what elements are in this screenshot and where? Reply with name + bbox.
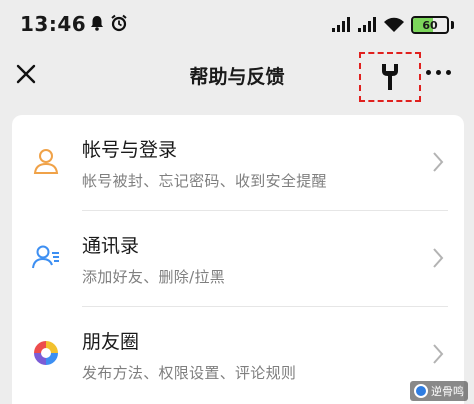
status-icons-left (88, 14, 128, 32)
battery-indicator: 60 (411, 16, 449, 34)
nav-bar: 帮助与反馈 (0, 44, 474, 104)
user-icon (33, 149, 59, 174)
menu-item-title: 朋友圈 (82, 331, 140, 353)
contacts-icon (32, 245, 59, 269)
wrench-icon (382, 64, 398, 90)
wifi-icon (384, 17, 404, 32)
menu-item-account[interactable]: 帐号与登录 帐号被封、忘记密码、收到安全提醒 (12, 115, 464, 211)
tool-button[interactable] (359, 52, 421, 102)
more-button[interactable] (426, 70, 451, 75)
menu-item-subtitle: 添加好友、删除/拉黑 (82, 268, 226, 286)
watermark: 逆骨鸣 (410, 381, 468, 401)
bell-icon (91, 16, 103, 31)
watermark-logo-icon (414, 384, 428, 398)
chevron-right-icon (433, 152, 444, 172)
menu-item-contacts[interactable]: 通讯录 添加好友、删除/拉黑 (12, 211, 464, 307)
more-dot-icon (446, 70, 451, 75)
moments-icon (34, 341, 58, 365)
signal-icon-2 (358, 17, 376, 32)
alarm-clock-icon (111, 14, 127, 32)
menu-item-title: 通讯录 (82, 235, 140, 257)
chevron-right-icon (433, 344, 444, 364)
menu-item-subtitle: 帐号被封、忘记密码、收到安全提醒 (82, 172, 327, 190)
more-dot-icon (436, 70, 441, 75)
help-topics-card: 帐号与登录 帐号被封、忘记密码、收到安全提醒 通讯录 添加好友、删除/拉黑 朋友… (12, 115, 464, 404)
watermark-text: 逆骨鸣 (431, 385, 464, 398)
battery-tip (451, 21, 454, 29)
signal-icon (332, 17, 350, 32)
status-time: 13:46 (20, 12, 87, 36)
status-bar: 13:46 60 (0, 0, 474, 44)
status-icons-right: 60 (331, 16, 454, 34)
menu-item-moments[interactable]: 朋友圈 发布方法、权限设置、评论规则 (12, 307, 464, 403)
menu-item-title: 帐号与登录 (82, 139, 178, 161)
menu-item-subtitle: 发布方法、权限设置、评论规则 (82, 364, 297, 382)
battery-text: 60 (422, 18, 438, 32)
chevron-right-icon (433, 248, 444, 268)
more-dot-icon (426, 70, 431, 75)
